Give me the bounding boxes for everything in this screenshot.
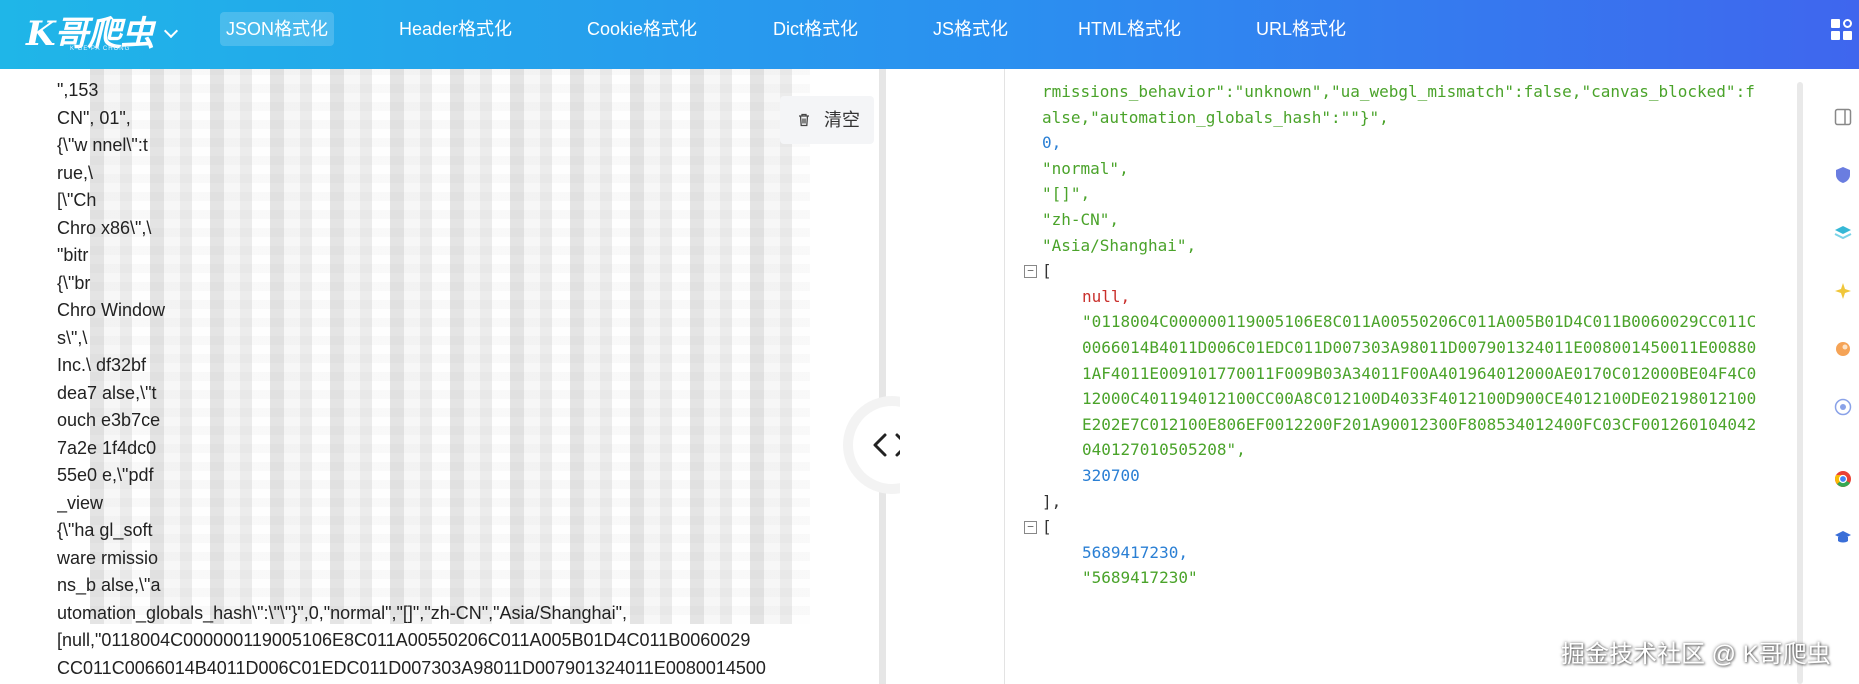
target-icon[interactable] — [1834, 398, 1852, 416]
shield-icon[interactable] — [1834, 166, 1852, 184]
watermark: 掘金技术社区 @ K哥爬虫 — [1561, 641, 1831, 668]
editor-line: _view — [57, 492, 104, 513]
panel-icon[interactable] — [1834, 108, 1852, 126]
layers-icon[interactable] — [1834, 224, 1852, 242]
editor-line: 55e0 e,\"pdf — [57, 465, 154, 485]
editor-line: CC011C0066014B4011D006C01EDC011D007303A9… — [57, 657, 766, 678]
nav-header-format[interactable]: Header格式化 — [393, 12, 518, 46]
panel-splitter[interactable] — [879, 69, 886, 684]
json-line: "Asia/Shanghai", — [1042, 235, 1197, 255]
chrome-icon[interactable] — [1834, 470, 1852, 488]
nav-json-format[interactable]: JSON格式化 — [220, 12, 335, 46]
json-line: [ — [1042, 261, 1052, 281]
editor-line: dea7 alse,\"t — [57, 382, 157, 403]
editor-line: [\"Ch — [57, 190, 97, 210]
nav-cookie-format[interactable]: Cookie格式化 — [581, 12, 703, 46]
editor-line: {\"w nnel\":t — [57, 135, 148, 155]
site-logo[interactable]: K哥爬虫 K GE PA CHONG — [24, 6, 172, 56]
apps-grid-icon[interactable] — [1831, 19, 1853, 41]
nav-js-format[interactable]: JS格式化 — [927, 12, 1014, 46]
editor-line: s\",\ — [57, 327, 88, 348]
editor-line: ns_b alse,\"a — [57, 575, 161, 595]
output-scrollbar[interactable] — [1797, 82, 1803, 684]
trash-icon — [799, 113, 809, 127]
json-line: alse,"automation_globals_hash":""}", — [1042, 107, 1389, 127]
json-input-text[interactable]: ",153 CN", 01", {\"w nnel\":t rue,\ [\"Ch Chr… — [57, 77, 822, 682]
editor-line: [null,"0118004C000000119005106E8C011A005… — [57, 630, 751, 650]
editor-line: Inc.\ df32bf — [57, 355, 147, 375]
editor-line: 7a2e 1f4dc0 — [57, 437, 157, 458]
clear-button-label: 清空 — [824, 110, 860, 130]
nav-html-format[interactable]: HTML格式化 — [1072, 12, 1187, 46]
editor-line: Chro x86\",\ — [57, 217, 152, 238]
editor-line: ",153 — [57, 80, 99, 100]
editor-line: "bitr — [57, 245, 89, 265]
editor-line: {\"br — [57, 272, 91, 293]
collapse-toggle-icon[interactable]: − — [1024, 265, 1037, 279]
indent-guide — [1004, 69, 1005, 684]
extension-sidebar — [1818, 69, 1859, 684]
editor-line: {\"ha gl_soft — [57, 520, 153, 540]
json-line: [ — [1042, 517, 1052, 537]
logo-subtitle: K GE PA CHONG — [70, 46, 131, 52]
collapse-toggle-icon[interactable]: − — [1024, 521, 1037, 535]
graduation-cap-icon[interactable] — [1834, 528, 1852, 546]
top-navigation-bar: K哥爬虫 K GE PA CHONG JSON格式化 Header格式化 Coo… — [0, 0, 1859, 69]
editor-line: ware rmissio — [57, 547, 159, 568]
nav-dict-format[interactable]: Dict格式化 — [767, 12, 864, 46]
editor-line: rue,\ — [57, 162, 94, 183]
editor-line: utomation_globals_hash\":\"\"}",0,"norma… — [57, 602, 627, 623]
json-line: 320700 — [1082, 466, 1140, 485]
editor-line: CN", 01", — [57, 107, 131, 128]
editor-line: ouch e3b7ce — [57, 410, 161, 430]
editor-line: Chro Window — [57, 300, 166, 320]
nav-url-format[interactable]: URL格式化 — [1250, 12, 1352, 46]
json-line: "5689417230" — [1082, 568, 1198, 588]
spark-icon[interactable] — [1834, 282, 1852, 300]
orange-circle-icon[interactable] — [1834, 340, 1852, 358]
